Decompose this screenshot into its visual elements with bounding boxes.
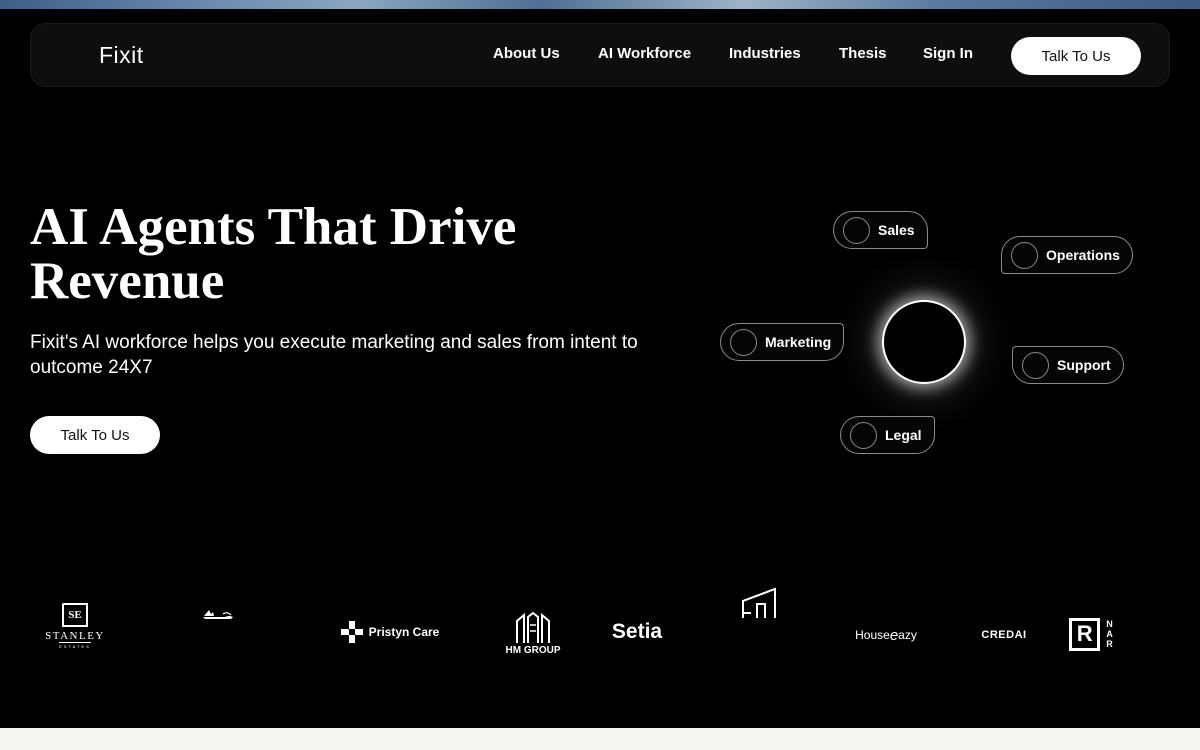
- hero-title-line-2: Revenue: [30, 252, 225, 310]
- hero-title-line-1: AI Agents That Drive: [30, 198, 517, 256]
- logo-stanley-estates: SE STANLEY ESTATES: [40, 600, 110, 652]
- central-orb: [882, 300, 966, 384]
- brand-logo[interactable]: Fixit: [99, 42, 144, 69]
- logo-boat-mark: [200, 606, 236, 622]
- houseeazy-e-mark: e: [889, 626, 899, 644]
- nav-ai-workforce[interactable]: AI Workforce: [598, 45, 691, 62]
- next-section-band: [0, 728, 1200, 750]
- agent-ring-icon: [843, 216, 870, 244]
- nar-r-mark: R: [1069, 617, 1101, 651]
- agent-label-support: Support: [1057, 357, 1111, 373]
- agent-ring-icon: [1011, 241, 1038, 269]
- nar-letters: N A R: [1106, 619, 1113, 649]
- hero-talk-to-us-button[interactable]: Talk To Us: [30, 416, 160, 454]
- hm-group-buildings-icon: [516, 611, 550, 643]
- agent-pill-legal[interactable]: Legal: [840, 416, 935, 454]
- logo-credai: CREDAI: [981, 629, 1027, 641]
- logo-nar: R N A R: [1066, 615, 1116, 653]
- nav-about-us[interactable]: About Us: [493, 45, 560, 62]
- nav-thesis[interactable]: Thesis: [839, 45, 887, 62]
- agent-pill-support[interactable]: Support: [1012, 346, 1124, 384]
- logo-building-outline: [740, 587, 780, 619]
- top-navbar: Fixit About Us AI Workforce Industries T…: [30, 23, 1170, 87]
- building-outline-icon: [742, 587, 776, 618]
- nav-sign-in[interactable]: Sign In: [923, 45, 973, 62]
- agent-pill-operations[interactable]: Operations: [1001, 236, 1133, 274]
- agent-label-sales: Sales: [878, 222, 915, 238]
- agent-ring-icon: [1022, 351, 1049, 379]
- logo-hm-group: HM GROUP: [498, 608, 568, 658]
- logo-houseeazy: House e azy: [855, 626, 917, 644]
- hero-background-strip: [0, 0, 1200, 9]
- boat-logo-icon: [203, 610, 233, 619]
- nav-talk-to-us-button[interactable]: Talk To Us: [1011, 37, 1141, 75]
- agent-ring-icon: [730, 328, 757, 356]
- hero-subtitle: Fixit's AI workforce helps you execute m…: [30, 332, 638, 378]
- agent-label-operations: Operations: [1046, 247, 1120, 263]
- hero-title: AI Agents That Drive Revenue: [30, 200, 670, 308]
- agent-label-legal: Legal: [885, 427, 922, 443]
- agent-pill-marketing[interactable]: Marketing: [720, 323, 845, 361]
- logo-setia: Setia: [611, 620, 663, 643]
- logo-pristyn-care: Pristyn Care: [337, 619, 442, 645]
- stanley-house-icon: SE: [62, 603, 88, 627]
- agent-pill-sales[interactable]: Sales: [833, 211, 928, 249]
- agent-ring-icon: [850, 421, 877, 449]
- pristyn-cross-icon: [340, 621, 363, 643]
- nav-industries[interactable]: Industries: [729, 45, 801, 62]
- agent-label-marketing: Marketing: [765, 334, 832, 350]
